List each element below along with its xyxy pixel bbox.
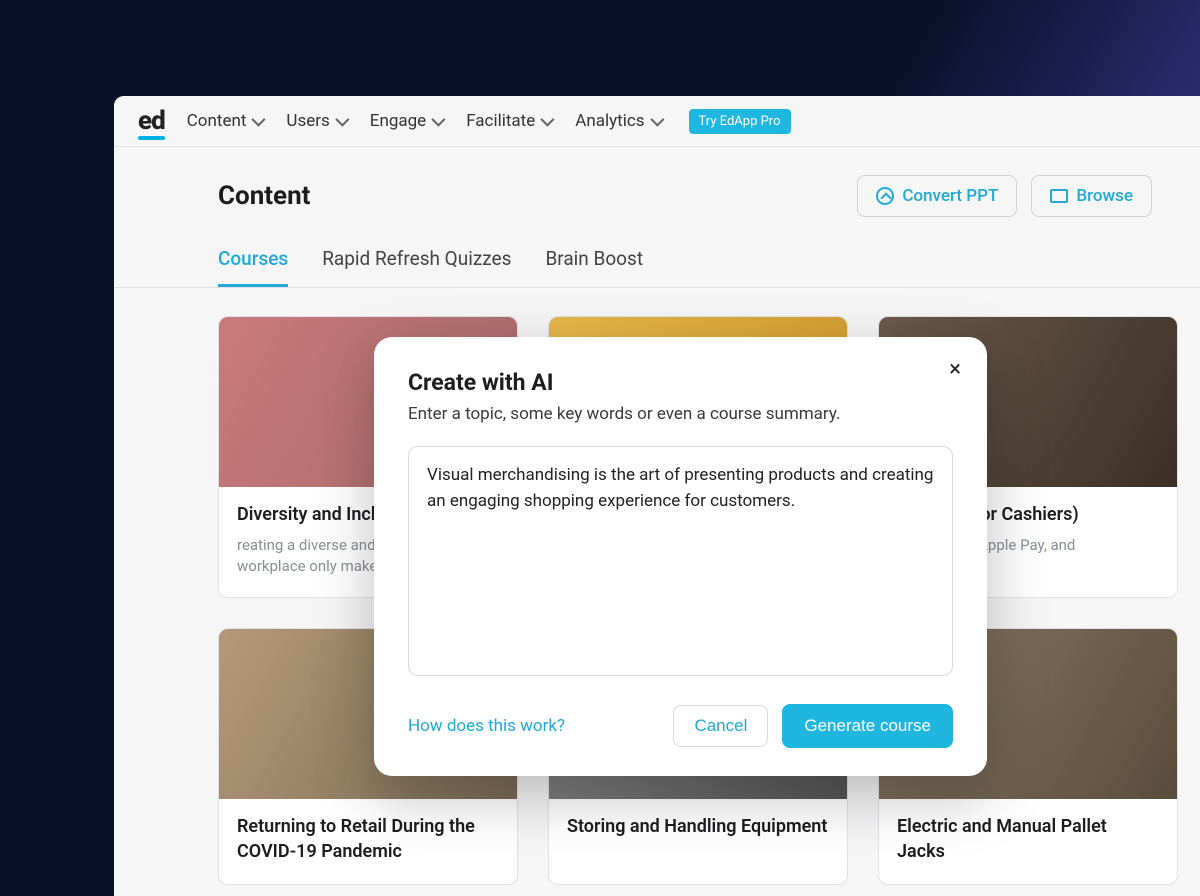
tabs: Courses Rapid Refresh Quizzes Brain Boos…	[114, 223, 1200, 288]
nav-users[interactable]: Users	[284, 107, 347, 135]
nav-engage[interactable]: Engage	[368, 107, 444, 135]
nav-label: Engage	[370, 111, 426, 131]
nav-label: Analytics	[575, 111, 644, 131]
close-icon[interactable]: ×	[949, 359, 961, 381]
nav-label: Content	[187, 111, 247, 131]
nav-analytics[interactable]: Analytics	[573, 107, 662, 135]
course-title: Electric and Manual Pallet Jacks	[897, 815, 1159, 864]
create-with-ai-modal: × Create with AI Enter a topic, some key…	[374, 337, 987, 776]
upload-icon	[876, 187, 894, 205]
course-title: Returning to Retail During the COVID-19 …	[237, 815, 499, 864]
modal-title: Create with AI	[408, 369, 953, 396]
logo: ed	[138, 106, 165, 136]
chevron-down-icon	[432, 113, 446, 127]
convert-ppt-button[interactable]: Convert PPT	[857, 175, 1017, 217]
nav-content[interactable]: Content	[185, 107, 265, 135]
nav-label: Facilitate	[466, 111, 535, 131]
top-navbar: ed Content Users Engage Facilitate Analy…	[114, 96, 1200, 147]
modal-footer: How does this work? Cancel Generate cour…	[408, 704, 953, 748]
button-label: Browse	[1076, 186, 1133, 206]
chevron-down-icon	[252, 113, 266, 127]
nav-label: Users	[286, 111, 329, 131]
tab-courses[interactable]: Courses	[218, 247, 288, 287]
library-icon	[1050, 189, 1068, 203]
modal-subtitle: Enter a topic, some key words or even a …	[408, 404, 953, 424]
button-label: Convert PPT	[902, 186, 998, 206]
try-pro-button[interactable]: Try EdApp Pro	[689, 109, 791, 134]
generate-course-button[interactable]: Generate course	[782, 704, 953, 748]
chevron-down-icon	[335, 113, 349, 127]
page-title: Content	[218, 181, 310, 211]
page-header: Content Convert PPT Browse	[114, 147, 1200, 223]
topic-input[interactable]	[408, 446, 953, 676]
tab-rapid-refresh[interactable]: Rapid Refresh Quizzes	[322, 247, 511, 287]
tab-brain-boost[interactable]: Brain Boost	[545, 247, 643, 287]
browse-library-button[interactable]: Browse	[1031, 175, 1152, 217]
help-link[interactable]: How does this work?	[408, 716, 565, 736]
nav-facilitate[interactable]: Facilitate	[464, 107, 553, 135]
chevron-down-icon	[541, 113, 555, 127]
header-actions: Convert PPT Browse	[857, 175, 1152, 217]
cancel-button[interactable]: Cancel	[673, 705, 768, 747]
course-title: Storing and Handling Equipment	[567, 815, 829, 839]
chevron-down-icon	[650, 113, 664, 127]
